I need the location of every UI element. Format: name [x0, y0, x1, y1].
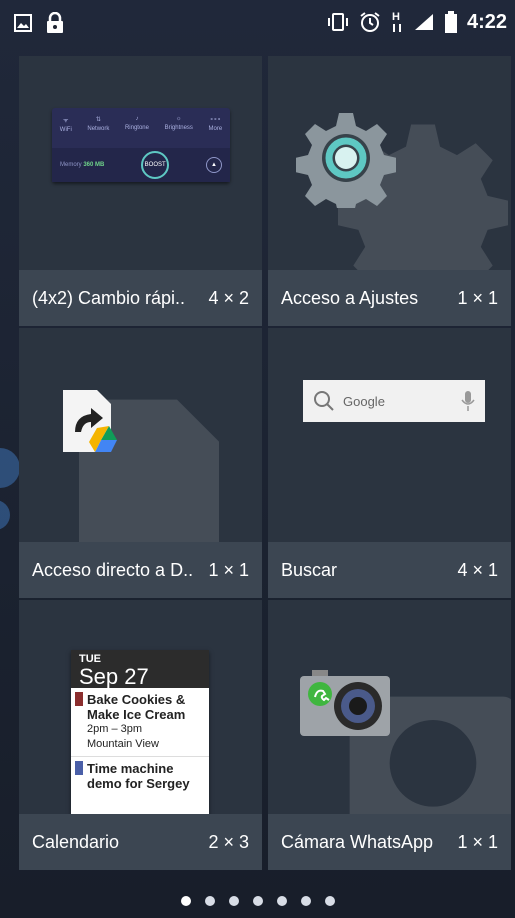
widget-label-bar: Cámara WhatsApp 1 × 1 — [268, 814, 511, 870]
memory-readout: Memory 360 MB — [60, 162, 104, 168]
page-indicator-dot[interactable] — [276, 896, 287, 906]
wallpaper-blob — [0, 500, 10, 530]
page-indicator-dot[interactable] — [228, 896, 239, 906]
page-indicator — [0, 896, 515, 906]
google-search-bar-preview: Google — [303, 380, 485, 422]
widget-name: Cámara WhatsApp — [281, 831, 434, 852]
calendar-event: Time machine demo for Sergey — [71, 756, 209, 795]
search-icon — [314, 391, 334, 411]
page-indicator-dot[interactable] — [300, 896, 311, 906]
widget-tile-settings[interactable]: Acceso a Ajustes 1 × 1 — [268, 56, 511, 326]
page-indicator-dot[interactable] — [180, 896, 191, 906]
page-indicator-dot[interactable] — [252, 896, 263, 906]
whatsapp-camera-icon — [300, 670, 390, 736]
toggle-label: WiFi — [59, 127, 72, 133]
event-title: Bake Cookies & Make Ice Cream — [87, 692, 186, 722]
memory-value: 360 MB — [83, 162, 105, 168]
calendar-event: Bake Cookies & Make Ice Cream 2pm – 3pm … — [71, 688, 209, 756]
page-indicator-dot[interactable] — [204, 896, 215, 906]
widget-name: Acceso a Ajustes — [281, 287, 419, 308]
signal-icon — [414, 14, 433, 30]
event-title: Time machine demo for Sergey — [87, 761, 190, 791]
widget-name: Acceso directo a D.. — [32, 559, 194, 580]
widget-tile-drive-shortcut[interactable]: Acceso directo a D.. 1 × 1 — [19, 328, 262, 598]
toggle-label: Brightness — [164, 125, 193, 131]
alarm-icon — [360, 12, 380, 32]
toggle-label: More — [208, 126, 223, 132]
widget-name: Buscar — [281, 559, 338, 580]
widget-size: 4 × 2 — [208, 287, 249, 308]
widget-name: (4x2) Cambio rápi.. — [32, 287, 186, 308]
calendar-widget-preview: TUE Sep 27 Bake Cookies & Make Ice Cream… — [71, 650, 209, 820]
widget-size: 2 × 3 — [208, 831, 249, 852]
search-placeholder: Google — [343, 393, 385, 409]
widget-size: 1 × 1 — [457, 831, 498, 852]
widget-tile-quick-toggle[interactable]: ᯤ WiFi ⇅ Network ♪ Ringtone ☼ Brightness ∘∘∘… — [19, 56, 262, 326]
brightness-icon: ☼ — [175, 116, 182, 122]
event-time: 2pm – 3pm — [87, 723, 143, 735]
hplus-data-icon: H — [392, 11, 401, 32]
widget-label-bar: Calendario 2 × 3 — [19, 814, 262, 870]
svg-text:H: H — [392, 11, 400, 23]
widget-tile-whatsapp-camera[interactable]: Cámara WhatsApp 1 × 1 — [268, 600, 511, 870]
ringtone-icon: ♪ — [135, 116, 139, 122]
calendar-date-header: TUE Sep 27 — [71, 650, 209, 689]
battery-icon — [444, 11, 457, 33]
widget-label-bar: Buscar 4 × 1 — [268, 542, 511, 598]
wifi-icon: ᯤ — [63, 118, 69, 124]
image-notification-icon — [14, 14, 32, 32]
microphone-icon — [461, 391, 475, 411]
widget-tile-search[interactable]: Google Buscar 4 × 1 — [268, 328, 511, 598]
widget-picker-grid: ᯤ WiFi ⇅ Network ♪ Ringtone ☼ Brightness ∘∘∘… — [19, 56, 511, 870]
widget-size: 1 × 1 — [457, 287, 498, 308]
widget-label-bar: Acceso directo a D.. 1 × 1 — [19, 542, 262, 598]
quick-toggle-widget-preview: ᯤ WiFi ⇅ Network ♪ Ringtone ☼ Brightness ∘∘∘… — [52, 108, 230, 182]
status-bar: H 4:22 — [0, 0, 515, 48]
vibrate-icon — [327, 13, 348, 31]
clock-time: 4:22 — [466, 10, 507, 33]
event-color-marker — [75, 692, 83, 706]
boost-button: BOOST — [141, 151, 170, 179]
widget-name: Calendario — [32, 831, 120, 852]
drive-shortcut-icon — [63, 390, 117, 452]
more-icon: ∘∘∘ — [209, 117, 221, 123]
widget-label-bar: Acceso a Ajustes 1 × 1 — [268, 270, 511, 326]
app-logo-icon: ▲ — [205, 157, 222, 173]
widget-tile-calendar[interactable]: TUE Sep 27 Bake Cookies & Make Ice Cream… — [19, 600, 262, 870]
widget-size: 1 × 1 — [208, 559, 249, 580]
wallpaper-blob — [0, 448, 20, 488]
widget-size: 4 × 1 — [457, 559, 498, 580]
page-indicator-dot[interactable] — [324, 896, 335, 906]
lock-icon — [47, 12, 63, 33]
toggle-label: Network — [87, 126, 110, 132]
calendar-date: Sep 27 — [79, 664, 149, 689]
network-icon: ⇅ — [95, 117, 101, 123]
widget-label-bar: (4x2) Cambio rápi.. 4 × 2 — [19, 270, 262, 326]
event-color-marker — [75, 761, 83, 775]
settings-gear-icon — [296, 113, 396, 208]
event-location: Mountain View — [87, 738, 159, 750]
memory-label: Memory — [60, 162, 82, 168]
toggle-label: Ringtone — [124, 125, 149, 131]
